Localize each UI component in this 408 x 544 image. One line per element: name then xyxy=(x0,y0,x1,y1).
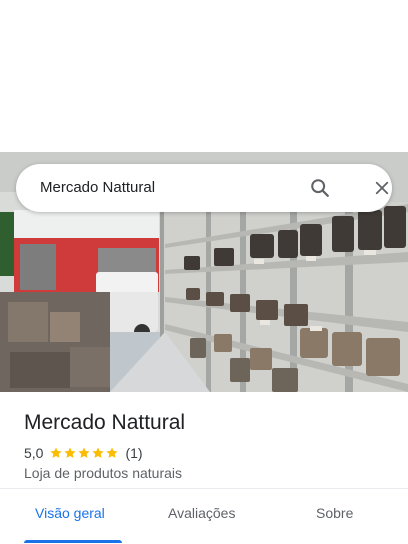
map-area-blank xyxy=(0,0,408,152)
star-icon xyxy=(50,447,63,458)
star-icon xyxy=(106,447,119,458)
tab-overview[interactable]: Visão geral xyxy=(35,503,105,523)
search-query-text[interactable]: Mercado Nattural xyxy=(40,178,155,198)
rating-row[interactable]: 5,0 (1) xyxy=(24,444,143,462)
place-category: Loja de produtos naturais xyxy=(24,465,182,481)
tab-bar: Visão geral Avaliações Sobre xyxy=(0,489,408,544)
star-icon xyxy=(64,447,77,458)
tab-reviews[interactable]: Avaliações xyxy=(168,503,235,523)
review-count[interactable]: (1) xyxy=(125,445,142,461)
search-bar[interactable]: Mercado Nattural xyxy=(16,164,392,212)
star-icon xyxy=(92,447,105,458)
search-icon[interactable] xyxy=(306,174,334,202)
close-icon[interactable] xyxy=(368,174,396,202)
tab-about[interactable]: Sobre xyxy=(316,503,353,523)
star-icon xyxy=(78,447,91,458)
rating-stars xyxy=(49,446,119,460)
active-tab-indicator xyxy=(24,540,122,543)
place-title: Mercado Nattural xyxy=(24,411,186,434)
rating-value: 5,0 xyxy=(24,445,44,461)
